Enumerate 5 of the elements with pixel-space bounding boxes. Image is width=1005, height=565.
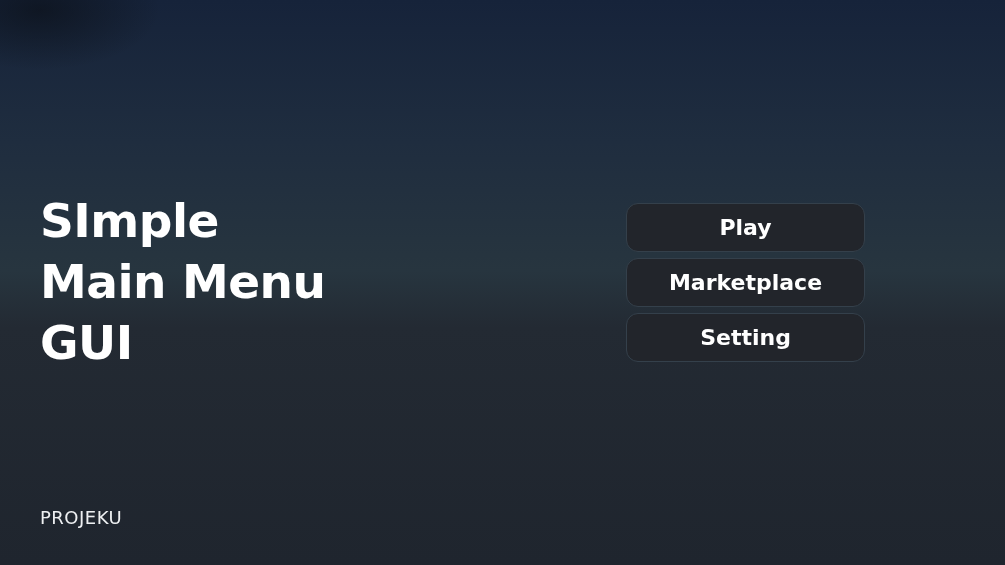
- menu-button[interactable]: Play: [626, 203, 865, 252]
- title: SImple Main Menu GUI: [40, 192, 326, 372]
- brand-logo: PROJEKU: [40, 507, 123, 528]
- menu-button[interactable]: Marketplace: [626, 258, 865, 307]
- menu-button[interactable]: Setting: [626, 313, 865, 362]
